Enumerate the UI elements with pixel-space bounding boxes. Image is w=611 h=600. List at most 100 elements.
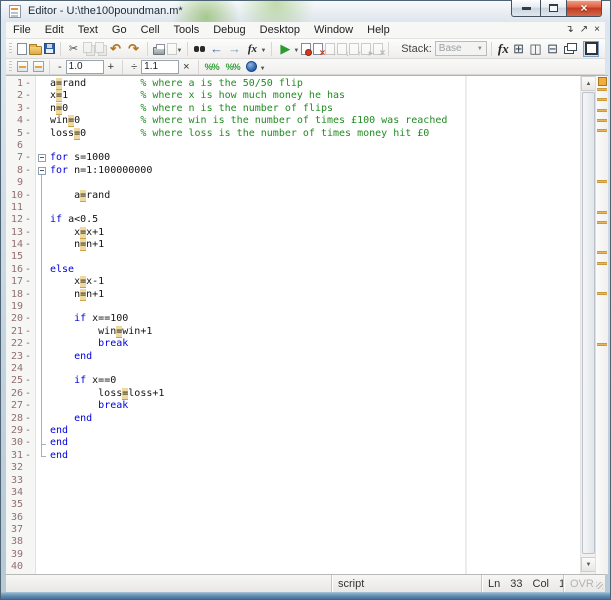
- dock-icon[interactable]: ↴: [565, 25, 573, 35]
- close-document-icon[interactable]: ×: [594, 25, 600, 35]
- save-icon[interactable]: [44, 43, 55, 54]
- cell-toolbar-gripper[interactable]: [9, 61, 12, 73]
- publish-icon-caret[interactable]: ▼: [260, 66, 266, 72]
- gutter-line[interactable]: 17-: [6, 276, 36, 288]
- float-window-icon[interactable]: [567, 43, 577, 51]
- warning-tick[interactable]: [597, 119, 607, 122]
- multiply-amount-input[interactable]: [141, 60, 179, 74]
- find-icon[interactable]: [193, 45, 206, 53]
- open-file-icon[interactable]: [29, 46, 42, 55]
- code-text[interactable]: a=rand % where a is the 50/50 flipx=1 % …: [50, 78, 580, 574]
- code-fold-margin[interactable]: [36, 76, 50, 574]
- scroll-up-icon[interactable]: ▲: [581, 76, 596, 91]
- gutter-line[interactable]: 30-: [6, 437, 36, 449]
- gutter-line[interactable]: 7-: [6, 152, 36, 164]
- maximize-document-icon[interactable]: [583, 41, 599, 57]
- publish-icon[interactable]: [246, 61, 257, 72]
- gutter-line[interactable]: 14-: [6, 239, 36, 251]
- gutter-line[interactable]: 26-: [6, 388, 36, 400]
- gutter-line[interactable]: 2-: [6, 90, 36, 102]
- gutter-line[interactable]: 12-: [6, 214, 36, 226]
- fold-toggle-icon[interactable]: [38, 154, 46, 162]
- print-options-icon-caret[interactable]: ▼: [177, 48, 183, 54]
- menu-item-go[interactable]: Go: [105, 23, 134, 37]
- divide-button[interactable]: ÷: [127, 60, 141, 74]
- run-icon-caret[interactable]: ▼: [293, 48, 299, 54]
- warning-tick[interactable]: [597, 221, 607, 224]
- gutter-line[interactable]: 33: [6, 475, 36, 487]
- fold-toggle-icon[interactable]: [38, 167, 46, 175]
- evaluate-cell-icon[interactable]: %%: [204, 59, 220, 75]
- menu-item-debug[interactable]: Debug: [206, 23, 252, 37]
- menu-item-text[interactable]: Text: [71, 23, 105, 37]
- gutter-line[interactable]: 21-: [6, 326, 36, 338]
- maximize-button[interactable]: [540, 0, 567, 17]
- gutter-line[interactable]: 35: [6, 499, 36, 511]
- vertical-scrollbar[interactable]: ▲ ▼: [580, 76, 595, 575]
- add-amount-input[interactable]: [66, 60, 104, 74]
- gutter-line[interactable]: 28-: [6, 413, 36, 425]
- function-hints-icon[interactable]: fx: [244, 41, 260, 57]
- warning-tick[interactable]: [597, 262, 607, 265]
- gutter-line[interactable]: 32: [6, 462, 36, 474]
- toolbar-gripper[interactable]: [9, 43, 12, 55]
- gutter-line[interactable]: 15: [6, 251, 36, 263]
- print-icon[interactable]: [153, 47, 165, 55]
- undock-icon[interactable]: ↗: [580, 25, 588, 35]
- gutter-line[interactable]: 23-: [6, 351, 36, 363]
- run-icon[interactable]: ▶: [277, 41, 293, 57]
- gutter-line[interactable]: 3-: [6, 103, 36, 115]
- warning-tick[interactable]: [597, 211, 607, 214]
- warning-tick[interactable]: [597, 98, 607, 101]
- scroll-down-icon[interactable]: ▼: [581, 557, 596, 572]
- function-hints-icon-caret[interactable]: ▼: [260, 48, 266, 54]
- menu-item-file[interactable]: File: [6, 23, 38, 37]
- new-script-icon[interactable]: [17, 43, 27, 55]
- scrollbar-thumb[interactable]: [582, 92, 595, 554]
- gutter-line[interactable]: 31-: [6, 450, 36, 462]
- stack-dropdown[interactable]: Base ▼: [435, 41, 487, 56]
- line-number-gutter[interactable]: 1-2-3-4-5-67-8-910-1112-13-14-1516-17-18…: [6, 76, 36, 574]
- multiply-button[interactable]: ×: [179, 60, 193, 74]
- minimize-button[interactable]: [511, 0, 540, 17]
- gutter-line[interactable]: 8-: [6, 165, 36, 177]
- code-editor[interactable]: 1-2-3-4-5-67-8-910-1112-13-14-1516-17-18…: [6, 75, 608, 574]
- menu-item-edit[interactable]: Edit: [38, 23, 71, 37]
- gutter-line[interactable]: 22-: [6, 338, 36, 350]
- undo-icon[interactable]: ↶: [108, 41, 124, 57]
- gutter-line[interactable]: 24: [6, 363, 36, 375]
- increment-button[interactable]: +: [104, 60, 118, 74]
- gutter-line[interactable]: 25-: [6, 375, 36, 387]
- go-back-icon[interactable]: ←: [208, 41, 224, 57]
- menu-item-tools[interactable]: Tools: [167, 23, 207, 37]
- gutter-line[interactable]: 11: [6, 202, 36, 214]
- go-forward-icon[interactable]: →: [226, 41, 242, 57]
- split-vertical-icon[interactable]: ◫: [528, 41, 543, 57]
- gutter-line[interactable]: 5-: [6, 128, 36, 140]
- gutter-line[interactable]: 9: [6, 177, 36, 189]
- clear-breakpoints-icon[interactable]: [313, 43, 323, 55]
- redo-icon[interactable]: ↷: [126, 41, 142, 57]
- gutter-line[interactable]: 40: [6, 561, 36, 573]
- gutter-line[interactable]: 10-: [6, 190, 36, 202]
- gutter-line[interactable]: 19: [6, 301, 36, 313]
- warning-tick[interactable]: [597, 251, 607, 254]
- warning-tick[interactable]: [597, 180, 607, 183]
- warning-tick[interactable]: [597, 88, 607, 91]
- menu-item-desktop[interactable]: Desktop: [253, 23, 307, 37]
- warning-tick[interactable]: [597, 292, 607, 295]
- gutter-line[interactable]: 4-: [6, 115, 36, 127]
- gutter-line[interactable]: 37: [6, 524, 36, 536]
- warning-tick[interactable]: [597, 343, 607, 346]
- resize-grip[interactable]: [593, 575, 605, 592]
- menu-item-cell[interactable]: Cell: [134, 23, 167, 37]
- gutter-line[interactable]: 13-: [6, 227, 36, 239]
- gutter-line[interactable]: 1-: [6, 78, 36, 90]
- close-button[interactable]: ×: [567, 0, 602, 17]
- menu-item-window[interactable]: Window: [307, 23, 360, 37]
- evaluate-cell-advance-icon[interactable]: %%: [225, 59, 241, 75]
- gutter-line[interactable]: 6: [6, 140, 36, 152]
- split-horizontal-icon[interactable]: ⊟: [545, 41, 560, 57]
- decrement-button[interactable]: -: [54, 60, 66, 74]
- gutter-line[interactable]: 38: [6, 536, 36, 548]
